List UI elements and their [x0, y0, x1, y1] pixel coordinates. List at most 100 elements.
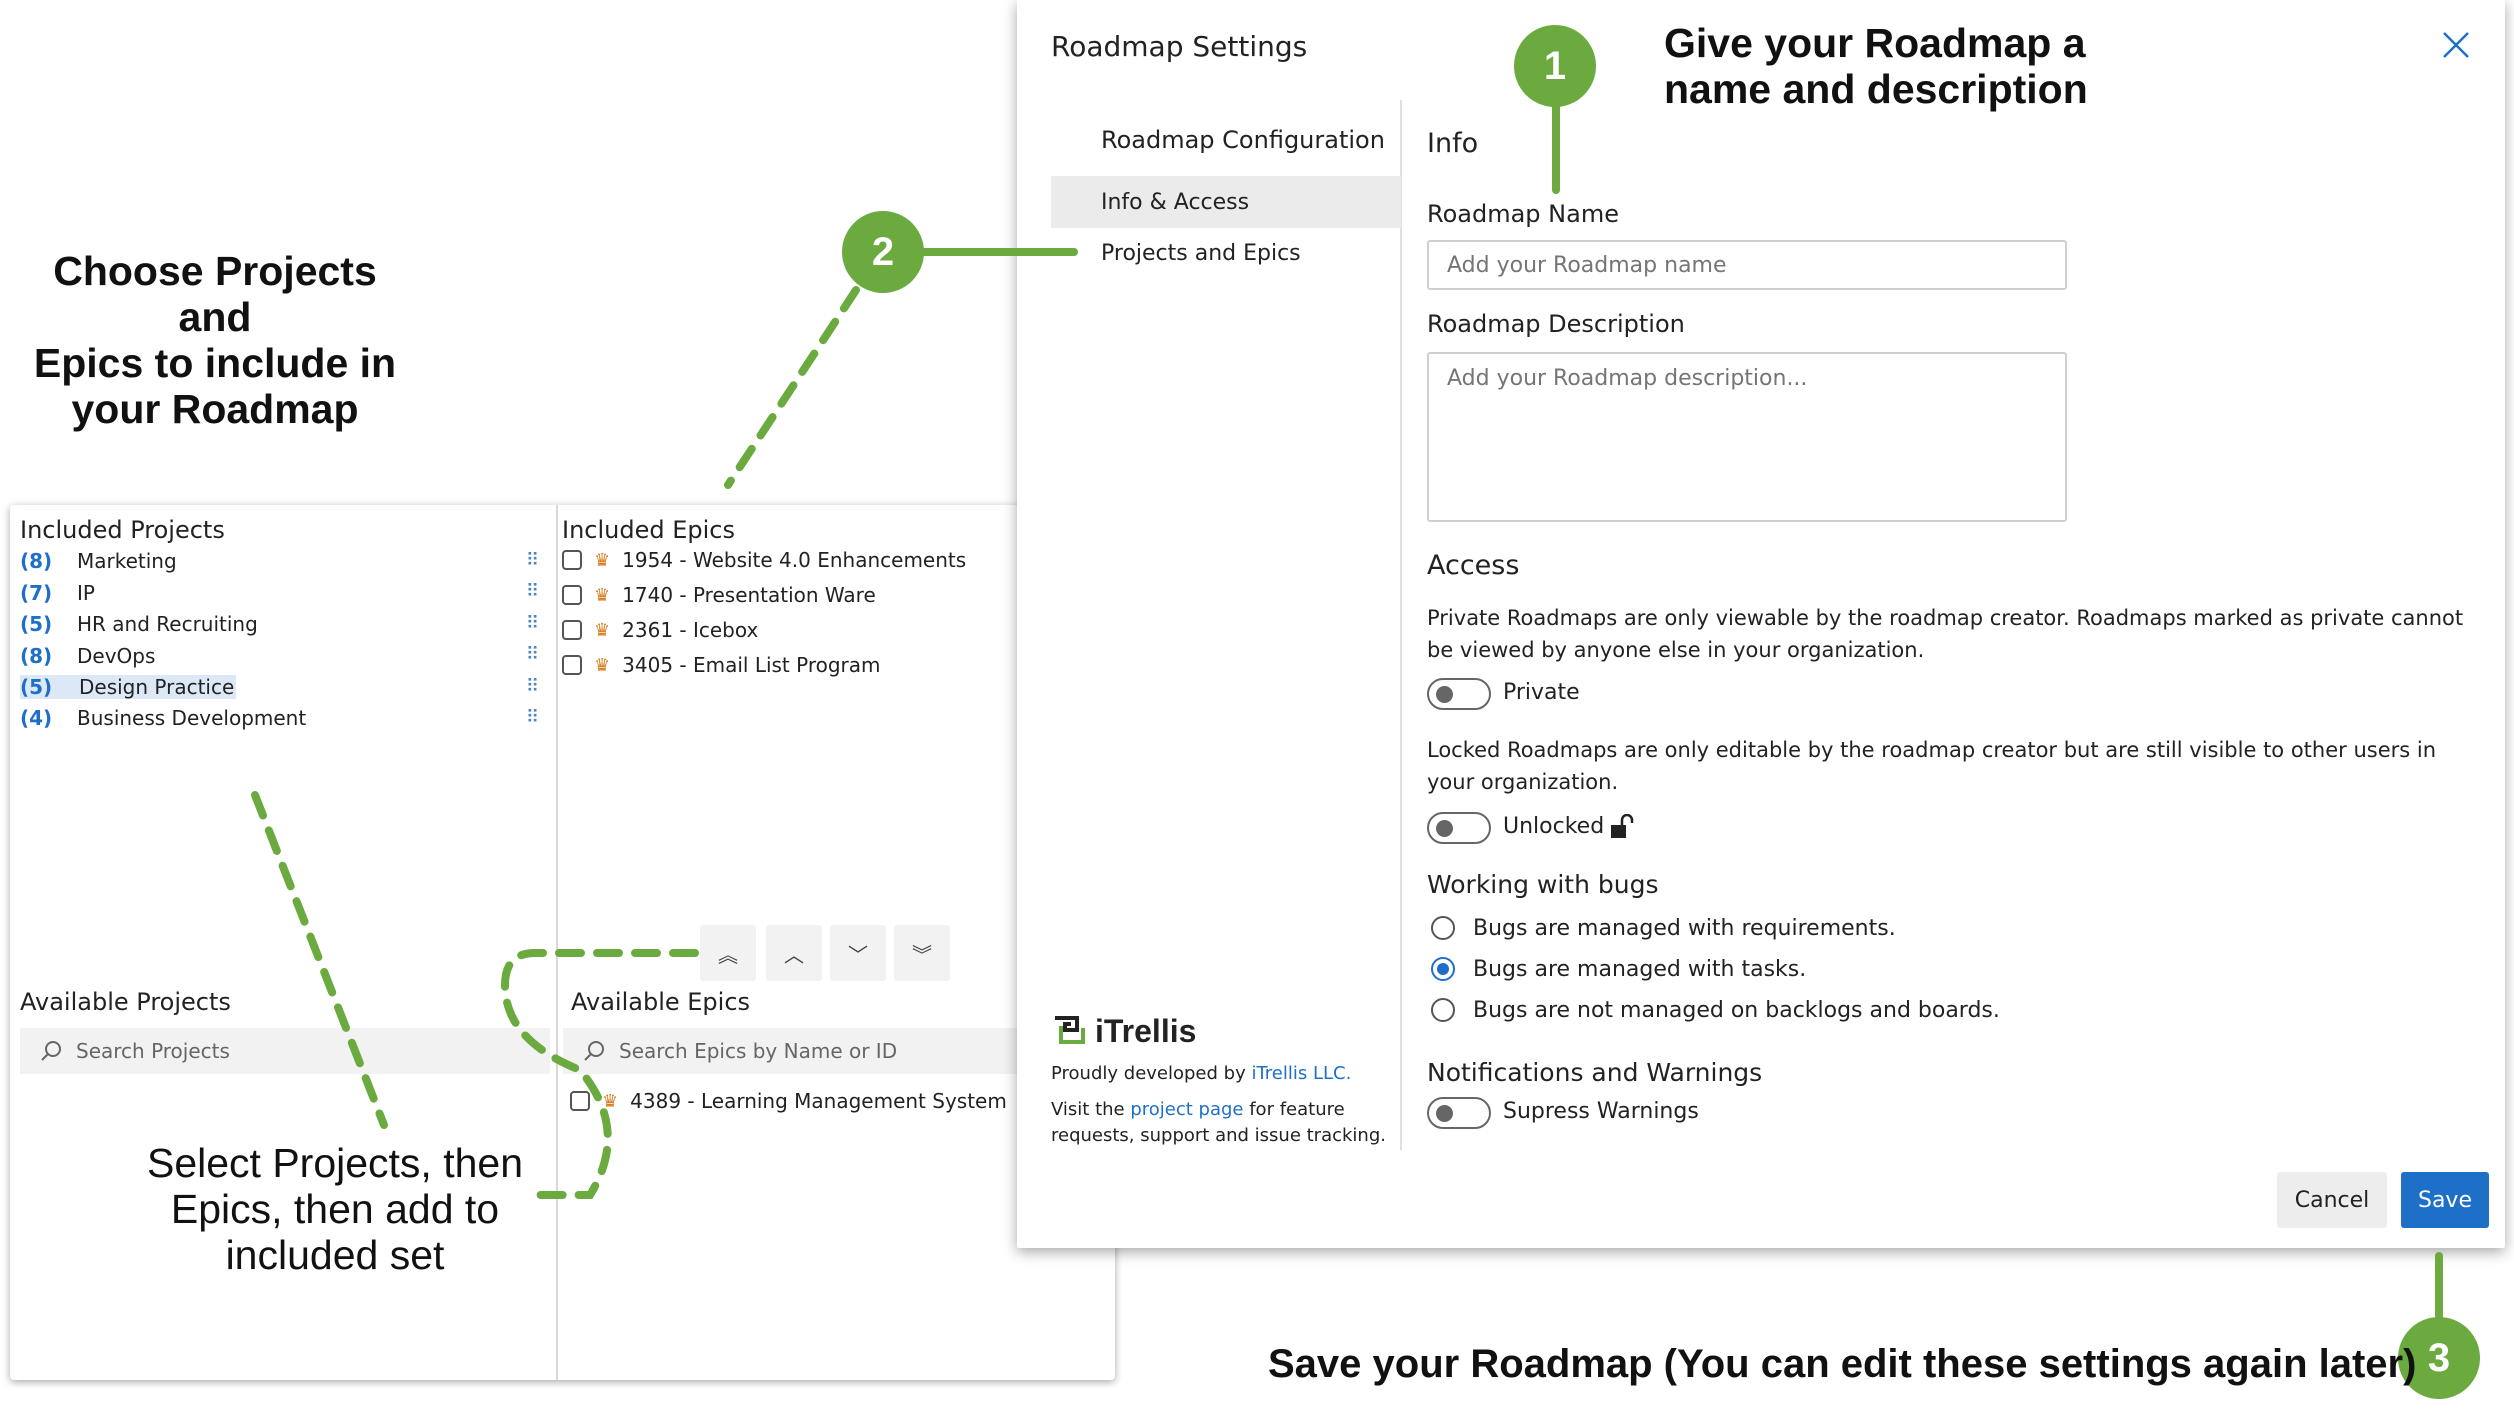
step-1-badge: 1	[1514, 25, 1596, 107]
search-epics-input[interactable]: Search Epics by Name or ID	[563, 1028, 1017, 1074]
bugs-not-managed-radio[interactable]	[1431, 998, 1455, 1022]
project-name: Design Practice	[77, 675, 237, 699]
available-epics-title: Available Epics	[571, 988, 751, 1016]
roadmap-description-label: Roadmap Description	[1427, 310, 1685, 338]
move-down-button[interactable]: ﹀	[830, 925, 886, 981]
epic-label: 1740 - Presentation Ware	[622, 583, 876, 607]
epic-checkbox[interactable]	[562, 550, 582, 570]
included-project-row[interactable]: (4) Business Development	[20, 703, 306, 733]
notifications-heading: Notifications and Warnings	[1427, 1058, 1763, 1087]
crown-icon: ♛	[594, 584, 611, 606]
chevron-down-icon: ﹀	[848, 942, 868, 967]
caption-line: Epics to include in	[33, 340, 397, 386]
private-toggle[interactable]	[1427, 678, 1491, 710]
cancel-button[interactable]: Cancel	[2277, 1172, 2387, 1228]
drag-handle-icon[interactable]: ⠿	[526, 583, 539, 601]
roadmap-name-input[interactable]	[1427, 240, 2067, 290]
select-instructions-caption: Select Projects, then Epics, then add to…	[120, 1140, 550, 1278]
bugs-with-requirements-radio[interactable]	[1431, 916, 1455, 940]
drag-handle-icon[interactable]: ⠿	[526, 552, 539, 570]
search-icon	[41, 1041, 61, 1061]
available-epic-row: ♛ 4389 - Learning Management System	[570, 1086, 1007, 1116]
project-name: IP	[77, 581, 95, 605]
epic-checkbox[interactable]	[562, 655, 582, 675]
access-heading: Access	[1427, 550, 1520, 581]
search-projects-input[interactable]: Search Projects	[20, 1028, 550, 1074]
bugs-option-label: Bugs are managed with requirements.	[1473, 916, 1896, 941]
caption-line: Give your Roadmap a	[1664, 20, 2086, 66]
crown-icon: ♛	[594, 619, 611, 641]
epic-label: 4389 - Learning Management System	[630, 1089, 1007, 1113]
project-count: (4)	[20, 706, 53, 730]
crown-icon: ♛	[602, 1090, 619, 1112]
move-up-button[interactable]: ︿	[766, 925, 822, 981]
roadmap-name-label: Roadmap Name	[1427, 200, 1619, 228]
crown-icon: ♛	[594, 549, 611, 571]
step-3-caption: Save your Roadmap (You can edit these se…	[1268, 1342, 2417, 1386]
nav-item-projects-epics[interactable]: Projects and Epics	[1051, 227, 1401, 279]
crown-icon: ♛	[594, 654, 611, 676]
included-project-row[interactable]: (5) HR and Recruiting	[20, 609, 258, 639]
double-chevron-down-icon: ︾	[912, 942, 932, 967]
drag-handle-icon[interactable]: ⠿	[526, 678, 539, 696]
save-button[interactable]: Save	[2401, 1172, 2489, 1228]
epic-label: 3405 - Email List Program	[622, 653, 881, 677]
dialog-title: Roadmap Settings	[1051, 30, 1308, 63]
included-project-row[interactable]: (8) Marketing	[20, 546, 177, 576]
project-count: (5)	[20, 675, 77, 699]
roadmap-settings-dialog: Roadmap Settings Roadmap Configuration I…	[1017, 0, 2505, 1248]
drag-handle-icon[interactable]: ⠿	[526, 709, 539, 727]
project-count: (5)	[20, 612, 53, 636]
locked-toggle-label: Unlocked	[1503, 814, 1605, 839]
project-count: (7)	[20, 581, 53, 605]
project-page-link[interactable]: project page	[1130, 1099, 1243, 1120]
nav-heading: Roadmap Configuration	[1101, 126, 1385, 154]
branding-line-3: requests, support and issue tracking.	[1051, 1125, 1386, 1146]
search-epics-placeholder: Search Epics by Name or ID	[619, 1039, 898, 1063]
caption-line: name and description	[1664, 66, 2088, 112]
project-name: HR and Recruiting	[77, 612, 258, 636]
bugs-with-tasks-radio[interactable]	[1431, 957, 1455, 981]
epic-checkbox[interactable]	[562, 620, 582, 640]
included-project-row-selected[interactable]: (5) Design Practice	[20, 672, 237, 702]
caption-line: Epics, then add to	[170, 1186, 500, 1232]
itrellis-link[interactable]: iTrellis LLC.	[1251, 1063, 1351, 1084]
double-chevron-up-icon: ︽	[718, 942, 738, 967]
branding-line-2: Visit the project page for feature	[1051, 1096, 1345, 1123]
branding-line-1: Proudly developed by iTrellis LLC.	[1051, 1060, 1351, 1087]
bugs-option-label: Bugs are managed with tasks.	[1473, 957, 1807, 982]
private-description: Private Roadmaps are only viewable by th…	[1427, 606, 2464, 662]
suppress-warnings-label: Supress Warnings	[1503, 1099, 1699, 1124]
step-2-badge: 2	[842, 211, 924, 293]
move-to-top-button[interactable]: ︽	[700, 925, 756, 981]
included-epic-row: ♛ 2361 - Icebox	[562, 615, 758, 645]
included-project-row[interactable]: (7) IP	[20, 578, 95, 608]
caption-line: Choose Projects and	[53, 248, 377, 340]
close-icon[interactable]	[2439, 28, 2473, 62]
suppress-warnings-toggle[interactable]	[1427, 1097, 1491, 1129]
project-name: DevOps	[77, 644, 156, 668]
caption-line: Select Projects, then	[146, 1140, 524, 1186]
locked-toggle[interactable]	[1427, 812, 1491, 844]
epic-checkbox[interactable]	[570, 1091, 590, 1111]
branding-text: Visit the	[1051, 1099, 1131, 1120]
panel-divider	[556, 505, 558, 1380]
locked-description: Locked Roadmaps are only editable by the…	[1427, 738, 2437, 794]
info-heading: Info	[1427, 128, 1479, 159]
caption-line: your Roadmap	[71, 386, 359, 432]
itrellis-logo-text: iTrellis	[1095, 1012, 1197, 1049]
included-projects-title: Included Projects	[20, 516, 225, 544]
caption-line: included set	[225, 1232, 445, 1278]
drag-handle-icon[interactable]: ⠿	[526, 615, 539, 633]
included-project-row[interactable]: (8) DevOps	[20, 641, 155, 671]
move-to-bottom-button[interactable]: ︾	[894, 925, 950, 981]
epic-label: 1954 - Website 4.0 Enhancements	[622, 548, 967, 572]
drag-handle-icon[interactable]: ⠿	[526, 646, 539, 664]
bugs-option-label: Bugs are not managed on backlogs and boa…	[1473, 998, 2000, 1023]
roadmap-description-input[interactable]	[1427, 352, 2067, 522]
nav-item-info-access[interactable]: Info & Access	[1051, 176, 1401, 228]
included-epics-title: Included Epics	[562, 516, 735, 544]
project-count: (8)	[20, 644, 53, 668]
epic-checkbox[interactable]	[562, 585, 582, 605]
search-projects-placeholder: Search Projects	[76, 1039, 230, 1063]
